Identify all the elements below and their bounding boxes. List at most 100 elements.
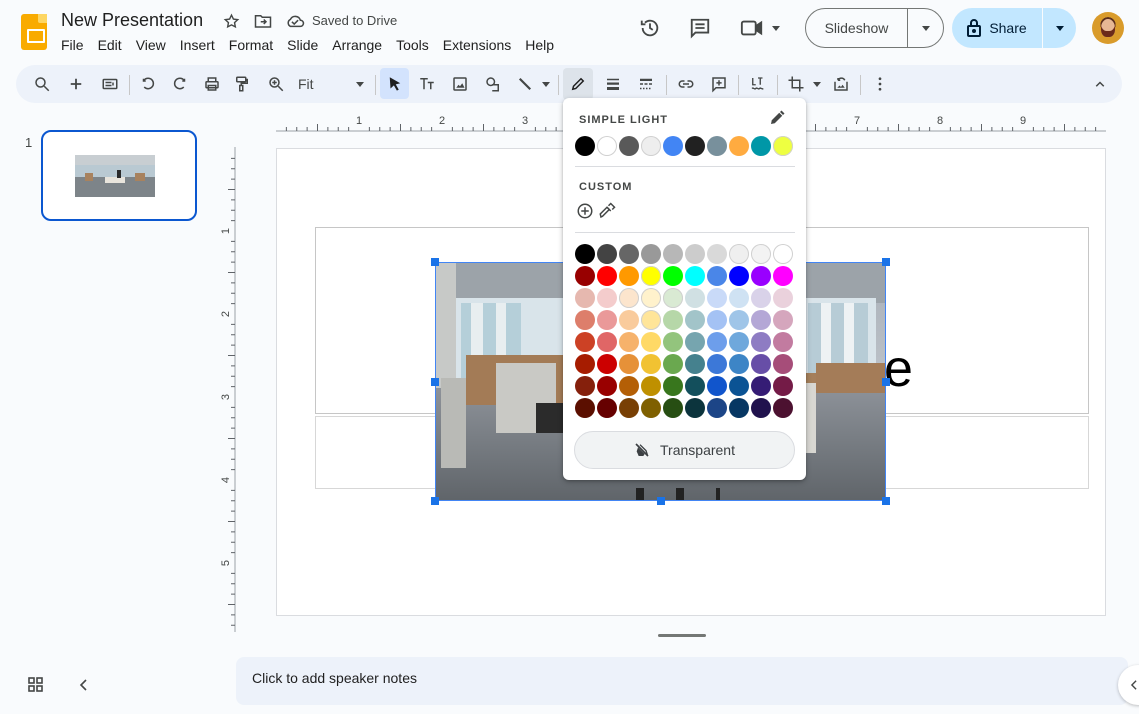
menu-edit[interactable]: Edit: [91, 35, 129, 55]
insert-image-button[interactable]: [446, 70, 474, 98]
palette-color-swatch[interactable]: [773, 266, 793, 286]
print-button[interactable]: [198, 70, 226, 98]
add-comment-button[interactable]: [705, 70, 733, 98]
notes-resize-handle[interactable]: [658, 634, 706, 637]
insert-link-button[interactable]: [672, 70, 700, 98]
resize-handle-top-left[interactable]: [431, 258, 439, 266]
slideshow-button[interactable]: Slideshow: [806, 9, 908, 47]
hide-menus-button[interactable]: [1086, 70, 1114, 98]
star-icon[interactable]: [220, 10, 242, 32]
menu-file[interactable]: File: [54, 35, 91, 55]
palette-color-swatch[interactable]: [685, 288, 705, 308]
palette-color-swatch[interactable]: [729, 376, 749, 396]
palette-color-swatch[interactable]: [641, 244, 661, 264]
zoom-button[interactable]: [262, 70, 290, 98]
palette-color-swatch[interactable]: [685, 266, 705, 286]
palette-color-swatch[interactable]: [751, 332, 771, 352]
crop-button[interactable]: [783, 70, 825, 98]
add-custom-color-button[interactable]: [576, 202, 594, 220]
palette-color-swatch[interactable]: [773, 332, 793, 352]
cloud-saved-icon[interactable]: [284, 10, 306, 32]
palette-color-swatch[interactable]: [751, 376, 771, 396]
redo-button[interactable]: [166, 70, 194, 98]
palette-color-swatch[interactable]: [575, 244, 595, 264]
palette-color-swatch[interactable]: [663, 376, 683, 396]
palette-color-swatch[interactable]: [751, 354, 771, 374]
vertical-ruler[interactable]: 1 2 3 4 5: [220, 147, 236, 632]
palette-color-swatch[interactable]: [773, 288, 793, 308]
theme-color-swatch[interactable]: [663, 136, 683, 156]
palette-color-swatch[interactable]: [773, 398, 793, 418]
palette-color-swatch[interactable]: [619, 332, 639, 352]
theme-color-swatch[interactable]: [707, 136, 727, 156]
undo-button[interactable]: [134, 70, 162, 98]
theme-color-swatch[interactable]: [575, 136, 595, 156]
menu-help[interactable]: Help: [518, 35, 561, 55]
palette-color-swatch[interactable]: [773, 310, 793, 330]
border-color-button[interactable]: [563, 68, 593, 100]
palette-color-swatch[interactable]: [641, 332, 661, 352]
palette-color-swatch[interactable]: [751, 266, 771, 286]
menu-format[interactable]: Format: [222, 35, 280, 55]
palette-color-swatch[interactable]: [619, 354, 639, 374]
palette-color-swatch[interactable]: [575, 288, 595, 308]
palette-color-swatch[interactable]: [685, 310, 705, 330]
resize-handle-right[interactable]: [882, 378, 890, 386]
palette-color-swatch[interactable]: [641, 354, 661, 374]
avatar[interactable]: [1092, 12, 1124, 44]
palette-color-swatch[interactable]: [619, 244, 639, 264]
palette-color-swatch[interactable]: [707, 398, 727, 418]
palette-color-swatch[interactable]: [575, 310, 595, 330]
palette-color-swatch[interactable]: [729, 354, 749, 374]
line-button[interactable]: [512, 70, 554, 98]
border-weight-button[interactable]: [599, 70, 627, 98]
transparent-button[interactable]: Transparent: [574, 431, 795, 469]
palette-color-swatch[interactable]: [773, 244, 793, 264]
slideshow-options-button[interactable]: [908, 9, 943, 47]
palette-color-swatch[interactable]: [729, 310, 749, 330]
menu-insert[interactable]: Insert: [173, 35, 222, 55]
reset-image-button[interactable]: [827, 70, 855, 98]
palette-color-swatch[interactable]: [707, 244, 727, 264]
alt-text-button[interactable]: [744, 70, 772, 98]
palette-color-swatch[interactable]: [597, 288, 617, 308]
palette-color-swatch[interactable]: [729, 398, 749, 418]
menu-extensions[interactable]: Extensions: [436, 35, 518, 55]
share-options-button[interactable]: [1043, 8, 1076, 48]
palette-color-swatch[interactable]: [729, 332, 749, 352]
resize-handle-bottom-left[interactable]: [431, 497, 439, 505]
version-history-icon[interactable]: [632, 10, 668, 46]
palette-color-swatch[interactable]: [751, 398, 771, 418]
palette-color-swatch[interactable]: [729, 266, 749, 286]
slide-thumbnail[interactable]: [41, 130, 197, 221]
palette-color-swatch[interactable]: [707, 266, 727, 286]
palette-color-swatch[interactable]: [685, 244, 705, 264]
palette-color-swatch[interactable]: [575, 266, 595, 286]
palette-color-swatch[interactable]: [641, 266, 661, 286]
theme-color-swatch[interactable]: [751, 136, 771, 156]
palette-color-swatch[interactable]: [597, 376, 617, 396]
palette-color-swatch[interactable]: [597, 244, 617, 264]
palette-color-swatch[interactable]: [663, 244, 683, 264]
palette-color-swatch[interactable]: [619, 398, 639, 418]
palette-color-swatch[interactable]: [773, 354, 793, 374]
menu-tools[interactable]: Tools: [389, 35, 436, 55]
palette-color-swatch[interactable]: [751, 288, 771, 308]
palette-color-swatch[interactable]: [619, 376, 639, 396]
palette-color-swatch[interactable]: [597, 332, 617, 352]
palette-color-swatch[interactable]: [707, 376, 727, 396]
palette-color-swatch[interactable]: [663, 266, 683, 286]
palette-color-swatch[interactable]: [641, 310, 661, 330]
palette-color-swatch[interactable]: [663, 310, 683, 330]
palette-color-swatch[interactable]: [685, 398, 705, 418]
palette-color-swatch[interactable]: [641, 288, 661, 308]
palette-color-swatch[interactable]: [619, 310, 639, 330]
edit-theme-button[interactable]: [768, 109, 786, 127]
collapse-filmstrip-button[interactable]: [74, 675, 94, 695]
palette-color-swatch[interactable]: [663, 398, 683, 418]
palette-color-swatch[interactable]: [707, 288, 727, 308]
slides-logo[interactable]: [21, 14, 47, 50]
layout-button[interactable]: [96, 70, 124, 98]
palette-color-swatch[interactable]: [685, 332, 705, 352]
share-button[interactable]: Share: [952, 8, 1043, 48]
